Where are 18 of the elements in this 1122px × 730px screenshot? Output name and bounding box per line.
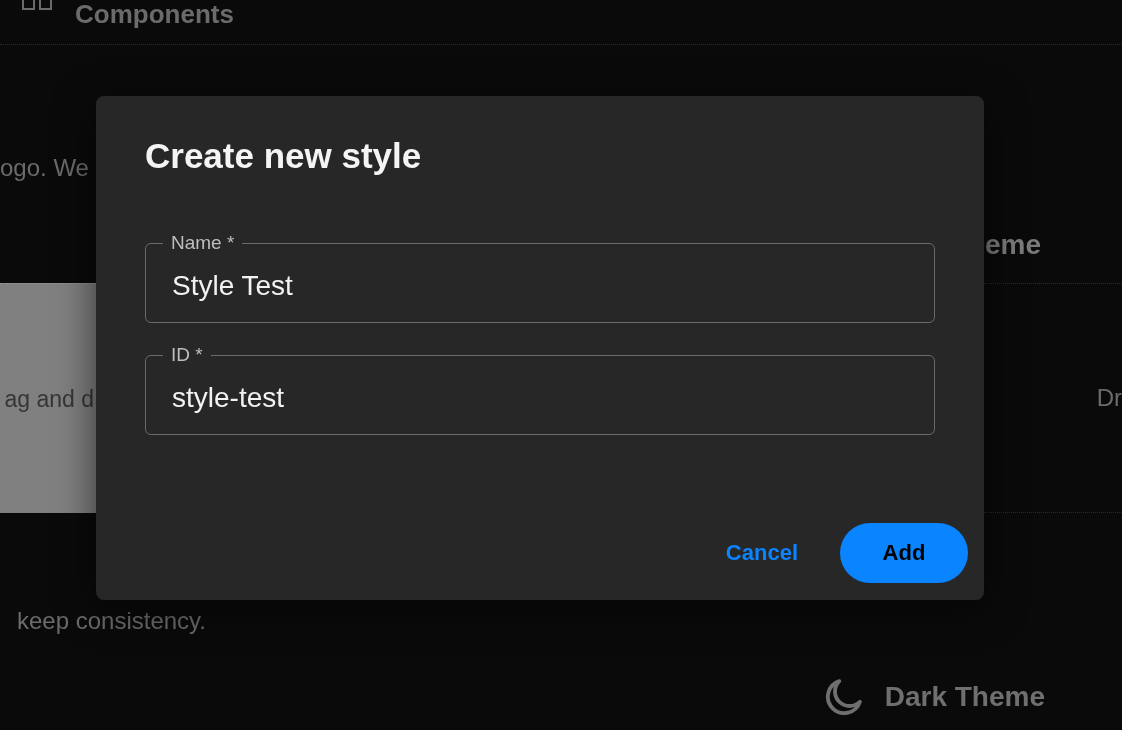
page-title: Components [75, 0, 234, 28]
grid-icon [22, 0, 52, 10]
body-text: ogo. We [0, 153, 89, 183]
dialog-title: Create new style [145, 136, 422, 176]
field-label: Name * [170, 233, 236, 253]
body-text: keep consistency. [17, 606, 206, 636]
text-input[interactable]: style-test [172, 379, 909, 417]
text-input[interactable]: Style Test [172, 267, 909, 305]
theme-toggle[interactable]: Dark Theme [824, 678, 1045, 716]
field-label: ID * [170, 345, 204, 365]
add-button[interactable]: Add [840, 523, 968, 583]
text-field[interactable]: Name * Style Test [145, 233, 935, 323]
section-heading: eme [985, 228, 1042, 262]
cancel-button[interactable]: Cancel [717, 534, 806, 572]
drop-zone-text: ag and d [4, 384, 94, 414]
text-field[interactable]: ID * style-test [145, 345, 935, 435]
body-text: Dr [1096, 383, 1122, 413]
moon-icon [824, 678, 862, 716]
